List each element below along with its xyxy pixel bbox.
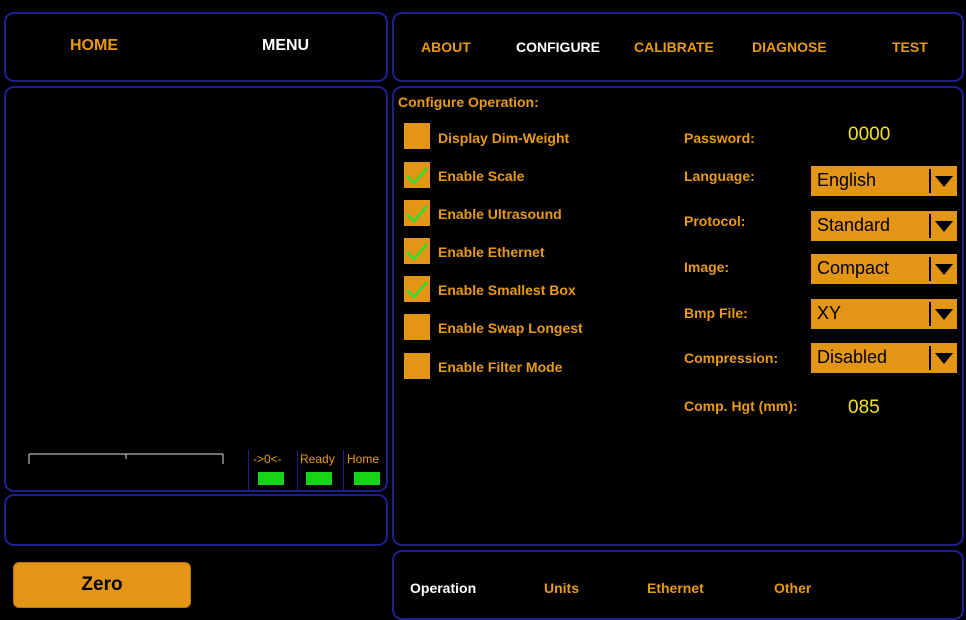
compression-value: Disabled xyxy=(817,347,888,367)
chevron-down-icon xyxy=(935,264,953,275)
nav-diagnose[interactable]: DIAGNOSE xyxy=(752,39,827,55)
option-label: Enable Filter Mode xyxy=(438,359,563,375)
image-dropdown[interactable]: Compact xyxy=(811,254,957,284)
check-icon xyxy=(406,205,428,223)
comp-hgt-label: Comp. Hgt (mm): xyxy=(684,398,798,414)
scale-ruler xyxy=(28,453,224,464)
protocol-dropdown[interactable]: Standard xyxy=(811,211,957,241)
dropdown-divider xyxy=(929,214,931,238)
zero-indicator-label: ->0<- xyxy=(253,452,282,466)
home-indicator-label: Home xyxy=(347,452,380,466)
protocol-value: Standard xyxy=(817,215,891,235)
compression-dropdown[interactable]: Disabled xyxy=(811,343,957,373)
status-divider xyxy=(343,450,344,490)
image-label: Image: xyxy=(684,259,730,275)
check-icon xyxy=(406,281,428,299)
dropdown-divider xyxy=(929,302,931,326)
message-panel xyxy=(4,494,388,546)
dropdown-divider xyxy=(929,257,931,281)
display-panel xyxy=(4,86,388,492)
checkbox-enable-ultrasound[interactable] xyxy=(404,200,430,226)
zero-button[interactable]: Zero xyxy=(13,562,191,608)
dropdown-divider xyxy=(929,346,931,370)
language-label: Language: xyxy=(684,168,755,184)
ready-indicator-label: Ready xyxy=(300,452,335,466)
compression-label: Compression: xyxy=(684,350,779,366)
checkbox-enable-scale[interactable] xyxy=(404,162,430,188)
option-label: Enable Ethernet xyxy=(438,244,545,260)
check-icon xyxy=(406,243,428,261)
left-header-panel xyxy=(4,12,388,82)
checkbox-enable-filter-mode[interactable] xyxy=(404,353,430,379)
option-label: Display Dim-Weight xyxy=(438,130,570,146)
home-button[interactable]: HOME xyxy=(70,37,118,55)
tab-ethernet[interactable]: Ethernet xyxy=(647,580,704,596)
nav-about[interactable]: ABOUT xyxy=(421,39,471,55)
bmp-file-dropdown[interactable]: XY xyxy=(811,299,957,329)
option-label: Enable Swap Longest xyxy=(438,320,583,336)
chevron-down-icon xyxy=(935,221,953,232)
menu-button[interactable]: MENU xyxy=(262,37,309,55)
status-divider xyxy=(297,450,298,490)
nav-test[interactable]: TEST xyxy=(892,39,928,55)
option-label: Enable Ultrasound xyxy=(438,206,562,222)
chevron-down-icon xyxy=(935,353,953,364)
chevron-down-icon xyxy=(935,309,953,320)
tab-units[interactable]: Units xyxy=(544,580,579,596)
password-label: Password: xyxy=(684,130,755,146)
bmp-file-label: Bmp File: xyxy=(684,305,748,321)
language-value: English xyxy=(817,170,877,190)
comp-hgt-value[interactable]: 085 xyxy=(848,397,880,419)
nav-calibrate[interactable]: CALIBRATE xyxy=(634,39,714,55)
tab-operation[interactable]: Operation xyxy=(410,580,476,596)
bmp-file-value: XY xyxy=(817,303,842,323)
dropdown-divider xyxy=(929,169,931,193)
image-value: Compact xyxy=(817,258,890,278)
checkbox-enable-swap-longest[interactable] xyxy=(404,314,430,340)
option-label: Enable Scale xyxy=(438,168,525,184)
status-divider xyxy=(248,450,249,490)
checkbox-display-dim-weight[interactable] xyxy=(404,123,430,149)
language-dropdown[interactable]: English xyxy=(811,166,957,196)
password-value[interactable]: 0000 xyxy=(848,124,890,146)
chevron-down-icon xyxy=(935,176,953,187)
option-label: Enable Smallest Box xyxy=(438,282,576,298)
protocol-label: Protocol: xyxy=(684,213,746,229)
page-title: Configure Operation: xyxy=(398,94,539,110)
home-indicator-light xyxy=(354,472,380,485)
zero-indicator-light xyxy=(258,472,284,485)
ready-indicator-light xyxy=(306,472,332,485)
check-icon xyxy=(406,167,428,185)
tab-other[interactable]: Other xyxy=(774,580,811,596)
checkbox-enable-smallest-box[interactable] xyxy=(404,276,430,302)
checkbox-enable-ethernet[interactable] xyxy=(404,238,430,264)
nav-configure[interactable]: CONFIGURE xyxy=(516,39,600,55)
